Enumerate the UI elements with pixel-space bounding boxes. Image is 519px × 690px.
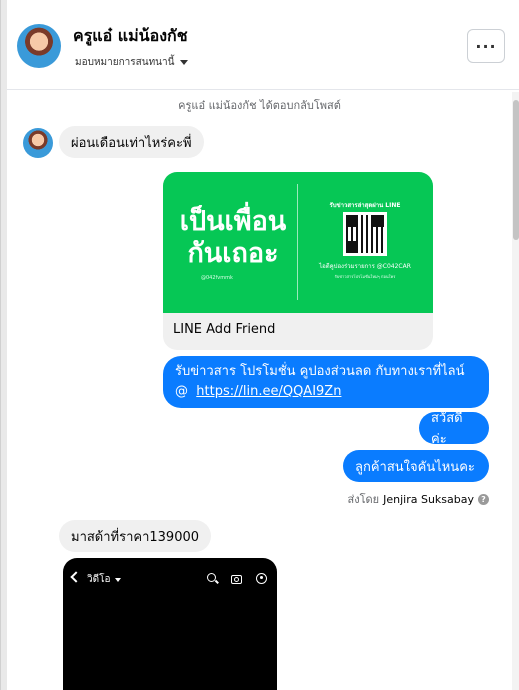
message-text: ผ่อนเดือนเท่าไหร่คะพี่: [71, 135, 192, 151]
incoming-message[interactable]: ผ่อนเดือนเท่าไหร่คะพี่: [59, 126, 204, 158]
qr-id-text: ไอดีคูปองร่วมรายการ @C042CAR: [319, 263, 411, 270]
banner-headline-line1: เป็นเพื่อน: [179, 206, 287, 237]
incoming-message[interactable]: มาสด้าที่ราคา139000: [59, 520, 212, 552]
contact-avatar[interactable]: [17, 24, 61, 68]
chevron-down-icon: [114, 577, 121, 582]
message-link-row: @ https://lin.ee/QQAI9Zn: [175, 382, 341, 402]
sent-by-name[interactable]: Jenjira Suksabay: [383, 493, 474, 506]
outgoing-message[interactable]: สวัสดีค่ะ: [419, 411, 489, 447]
banner-line-id: @042fvmmk: [201, 275, 233, 281]
more-options-button[interactable]: ···: [467, 29, 505, 63]
message-text-prefix: @: [175, 384, 188, 399]
line-link[interactable]: https://lin.ee/QQAI9Zn: [196, 384, 341, 399]
outgoing-message-line-promo[interactable]: รับข่าวสาร โปรโมชั่น คูปองส่วนลด กับทางเ…: [163, 356, 489, 408]
conversation-panel: ครูแอ๋ แม่น้องกัช มอบหมายการสนทนานี้ ···…: [0, 0, 519, 690]
line-add-friend-card[interactable]: เป็นเพื่อน กันเถอะ @042fvmmk รับข่าวสารล…: [163, 172, 433, 350]
qr-code-icon: [343, 212, 387, 256]
card-title: LINE Add Friend: [173, 322, 276, 337]
line-banner-image: เป็นเพื่อน กันเถอะ @042fvmmk รับข่าวสารล…: [163, 172, 433, 313]
camera-icon: [231, 575, 242, 584]
outgoing-message[interactable]: ลูกค้าสนใจคันไหนคะ: [343, 450, 489, 482]
conversation-header: ครูแอ๋ แม่น้องกัช มอบหมายการสนทนานี้ ···: [7, 0, 519, 90]
profile-icon: [256, 573, 267, 584]
contact-name[interactable]: ครูแอ๋ แม่น้องกัช: [73, 24, 188, 49]
sender-avatar[interactable]: [23, 128, 53, 158]
banner-headline-line2: กันเถอะ: [187, 238, 279, 269]
sent-by-prefix: ส่งโดย: [347, 493, 380, 506]
screenshot-title-text: วิดีโอ: [87, 574, 111, 585]
screenshot-top-bar: วิดีโอ: [63, 570, 277, 590]
back-arrow-icon: [70, 571, 82, 583]
assign-conversation-label: มอบหมายการสนทนานี้: [75, 57, 175, 68]
message-text: มาสด้าที่ราคา139000: [71, 529, 200, 545]
banner-headline: เป็นเพื่อน กันเถอะ: [173, 206, 293, 270]
sent-by-info: ส่งโดย Jenjira Suksabay ?: [301, 490, 489, 508]
message-text: รับข่าวสาร โปรโมชั่น คูปองส่วนลด กับทางเ…: [175, 364, 465, 379]
qr-description: รับข่าวสารโปรโมชั่นใหม่ๆ ก่อนใคร: [334, 274, 396, 279]
chevron-down-icon: [180, 60, 189, 65]
message-text: ลูกค้าสนใจคันไหนคะ: [355, 459, 475, 475]
screenshot-title: วิดีโอ: [87, 572, 121, 587]
message-text: สวัสดีค่ะ: [431, 411, 463, 447]
qr-title: รับข่าวสารล่าสุดผ่าน LINE: [329, 202, 401, 209]
scrollbar-thumb[interactable]: [513, 100, 519, 240]
help-icon[interactable]: ?: [478, 493, 489, 505]
assign-conversation-dropdown[interactable]: มอบหมายการสนทนานี้: [75, 55, 189, 70]
search-icon: [207, 573, 216, 582]
banner-divider: [297, 184, 298, 300]
post-reply-note: ครูแอ๋ แม่น้องกัช ได้ตอบกลับโพสต์: [178, 99, 341, 112]
shared-screenshot-image[interactable]: วิดีโอ: [63, 558, 277, 690]
